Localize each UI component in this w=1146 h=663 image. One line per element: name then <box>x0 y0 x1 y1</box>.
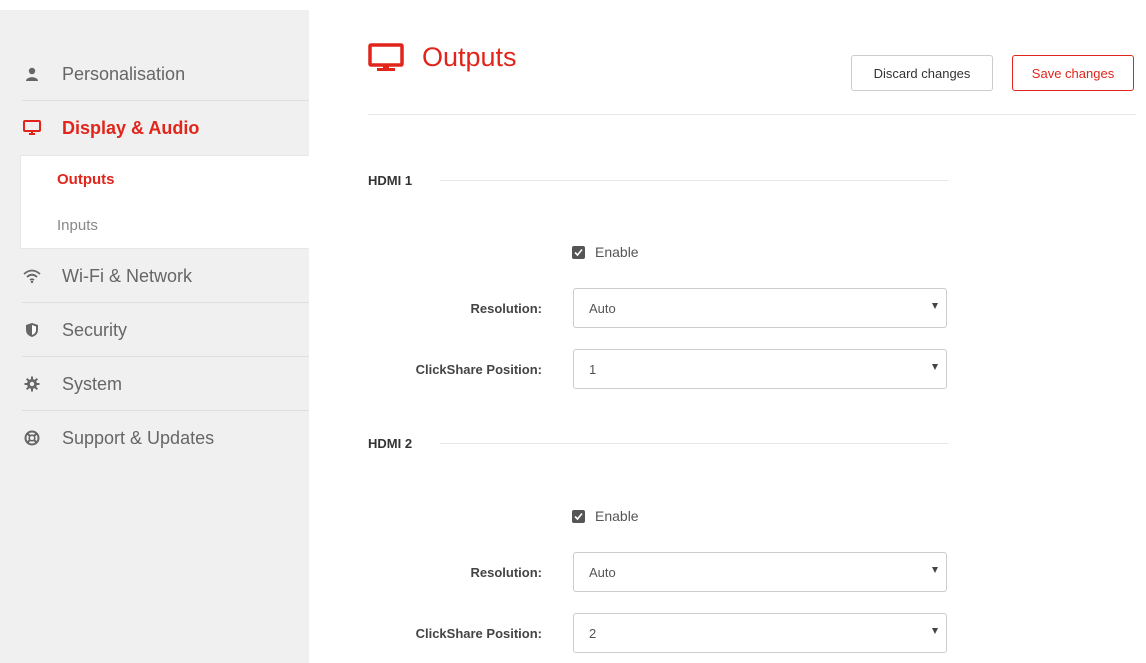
lifebuoy-icon <box>22 428 42 448</box>
hdmi-2-position-select[interactable]: 2 <box>573 613 947 653</box>
hdmi-2-enable-checkbox[interactable]: Enable <box>572 508 639 524</box>
caret-down-icon <box>932 628 938 634</box>
section-title-text: HDMI 2 <box>368 436 413 451</box>
sidebar-item-support-updates[interactable]: Support & Updates <box>0 411 309 465</box>
select-value: 2 <box>589 625 597 641</box>
sidebar-item-label: Display & Audio <box>62 117 200 138</box>
resolution-label: Resolution: <box>470 564 543 580</box>
select-value: 1 <box>589 361 597 377</box>
sidebar: Personalisation Display & Audio Outputs <box>0 10 309 663</box>
caret-down-icon <box>932 364 938 370</box>
sidebar-item-personalisation[interactable]: Personalisation <box>0 47 309 101</box>
sidebar-item-label: Wi-Fi & Network <box>62 265 192 286</box>
hdmi-1-resolution-row: Resolution: Auto <box>368 288 948 328</box>
sidebar-item-wifi-network[interactable]: Wi-Fi & Network <box>0 249 309 303</box>
caret-down-icon <box>932 303 938 309</box>
sidebar-nav: Personalisation Display & Audio Outputs <box>0 47 309 465</box>
section-title-text: HDMI 1 <box>368 173 413 188</box>
sidebar-item-security[interactable]: Security <box>0 303 309 357</box>
hdmi-1-resolution-select[interactable]: Auto <box>573 288 947 328</box>
hdmi-2-position-row: ClickShare Position: 2 <box>368 613 948 653</box>
hdmi-1-position-row: ClickShare Position: 1 <box>368 349 948 389</box>
clickshare-position-label: ClickShare Position: <box>415 361 542 377</box>
checkbox-checked-icon[interactable] <box>572 245 585 259</box>
checkbox-checked-icon[interactable] <box>572 509 585 523</box>
section-title-hdmi-2: HDMI 2 <box>368 436 948 451</box>
page-title: Outputs <box>368 42 517 73</box>
hdmi-1-enable-checkbox[interactable]: Enable <box>572 244 639 260</box>
sidebar-subitem-inputs[interactable]: Inputs <box>21 202 309 248</box>
select-value: Auto <box>589 564 616 580</box>
sidebar-subitem-label: Inputs <box>57 216 98 234</box>
sidebar-subnav: Outputs Inputs <box>20 155 309 249</box>
shield-icon <box>22 320 42 340</box>
monitor-icon <box>368 42 404 73</box>
select-value: Auto <box>589 300 616 316</box>
sidebar-subitem-outputs[interactable]: Outputs <box>21 156 309 202</box>
checkbox-label: Enable <box>595 508 639 524</box>
monitor-icon <box>22 118 42 138</box>
sidebar-item-label: Security <box>62 319 128 340</box>
wifi-icon <box>22 266 42 286</box>
user-icon <box>22 64 42 84</box>
sidebar-item-system[interactable]: System <box>0 357 309 411</box>
sidebar-item-label: Personalisation <box>62 63 186 84</box>
clickshare-position-label: ClickShare Position: <box>415 625 542 641</box>
discard-changes-button[interactable]: Discard changes <box>851 55 993 91</box>
main-content: Outputs Discard changes Save changes HDM… <box>368 0 1146 663</box>
section-title-hdmi-1: HDMI 1 <box>368 173 948 188</box>
section-divider <box>440 443 948 444</box>
checkbox-label: Enable <box>595 244 639 260</box>
caret-down-icon <box>932 567 938 573</box>
sidebar-item-display-audio[interactable]: Display & Audio <box>0 101 309 155</box>
page-header: Outputs Discard changes Save changes <box>368 38 1136 115</box>
page-title-text: Outputs <box>422 42 517 72</box>
sidebar-item-label: Support & Updates <box>62 427 215 448</box>
save-changes-button[interactable]: Save changes <box>1012 55 1134 91</box>
hdmi-2-resolution-row: Resolution: Auto <box>368 552 948 592</box>
resolution-label: Resolution: <box>470 300 543 316</box>
sidebar-item-label: System <box>62 373 123 394</box>
hdmi-2-resolution-select[interactable]: Auto <box>573 552 947 592</box>
hdmi-1-position-select[interactable]: 1 <box>573 349 947 389</box>
section-divider <box>440 180 948 181</box>
app-window: Personalisation Display & Audio Outputs <box>0 0 1146 663</box>
gear-icon <box>22 374 42 394</box>
sidebar-subitem-label: Outputs <box>57 170 115 188</box>
